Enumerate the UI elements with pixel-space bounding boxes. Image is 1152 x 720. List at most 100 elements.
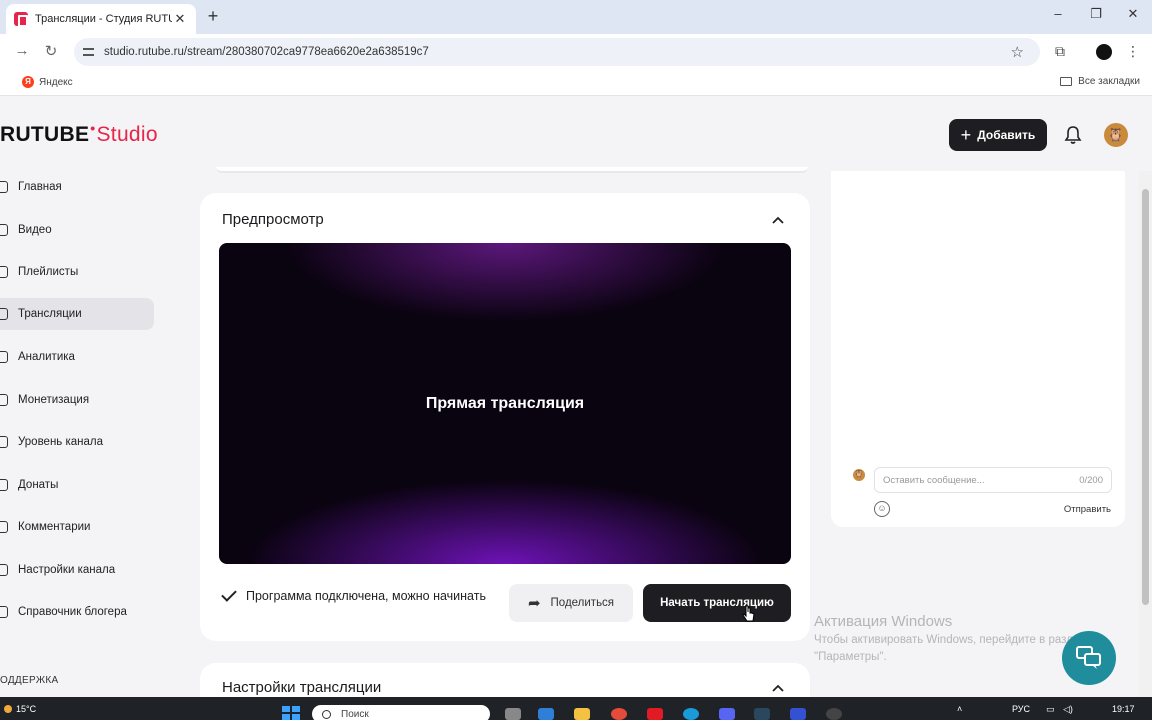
sidebar-item-playlists[interactable]: Плейлисты	[0, 256, 154, 288]
chrome-icon[interactable]	[611, 708, 627, 720]
sidebar-item-label: Уровень канала	[18, 436, 104, 448]
chat-message-input[interactable]: Оставить сообщение... 0/200	[874, 467, 1112, 493]
sidebar-item-label: Комментарии	[18, 521, 91, 533]
sidebar-item-broadcasts[interactable]: Трансляции	[0, 298, 154, 330]
logo-dot: •	[90, 120, 96, 136]
browser-tabbar: Трансляции - Студия RUTUBE ✕ + – ❐ ✕	[0, 0, 1152, 34]
add-button[interactable]: + Добавить	[949, 119, 1047, 151]
mouse-cursor-icon	[742, 605, 755, 622]
discord-icon[interactable]	[719, 708, 735, 720]
new-tab-button[interactable]: +	[204, 6, 222, 27]
site-settings-icon[interactable]	[82, 45, 96, 59]
logo-studio: Studio	[96, 123, 158, 146]
collapse-chevron-up-icon[interactable]	[772, 215, 784, 227]
connection-status: Программа подключена, можно начинать	[221, 586, 486, 603]
logo-rutube: RUTUBE	[0, 123, 90, 146]
sidebar-item-channel-level[interactable]: Уровень канала	[0, 426, 154, 458]
support-section-label: ОДДЕРЖКА	[0, 675, 59, 686]
browser-menu-icon[interactable]: ⋮	[1124, 43, 1142, 60]
tray-chevron-icon[interactable]: ˄	[957, 704, 962, 714]
windows-start-icon[interactable]	[282, 706, 300, 720]
youtube-icon[interactable]	[647, 708, 663, 720]
notifications-bell-icon[interactable]	[1064, 125, 1082, 145]
sidebar-item-donations[interactable]: Донаты	[0, 469, 154, 501]
steam-icon[interactable]	[754, 708, 770, 720]
broadcast-settings-card: Настройки трансляции	[200, 663, 810, 697]
sidebar-item-label: Видео	[18, 224, 52, 236]
activation-title: Активация Windows	[814, 613, 953, 630]
store-icon[interactable]	[538, 708, 554, 720]
previous-card-edge	[216, 167, 808, 173]
weather-widget[interactable]: 15°C	[4, 704, 36, 714]
user-avatar[interactable]: 🦉	[1104, 123, 1128, 147]
chat-input-placeholder: Оставить сообщение...	[883, 474, 985, 486]
studio-app: RUTUBE • Studio + Добавить 🦉 Главная Видео…	[0, 97, 1152, 697]
emoji-icon[interactable]: ☺	[874, 501, 890, 517]
obs-icon[interactable]	[826, 708, 842, 720]
taskbar-search[interactable]: Поиск	[312, 705, 490, 720]
window-close-button[interactable]: ✕	[1123, 6, 1143, 22]
extensions-icon[interactable]: ⧉	[1051, 43, 1069, 60]
address-bar[interactable]: studio.rutube.ru/stream/280380702ca9778e…	[74, 38, 1040, 66]
sidebar-item-channel-settings[interactable]: Настройки канала	[0, 554, 154, 586]
preview-card-title: Предпросмотр	[222, 211, 324, 228]
volume-icon[interactable]: ◁)	[1063, 704, 1073, 715]
share-icon: ➦	[527, 595, 541, 612]
bookmark-yandex[interactable]: Я Яндекс	[22, 76, 73, 88]
analytics-icon	[0, 351, 8, 363]
start-broadcast-label: Начать трансляцию	[660, 597, 774, 609]
sidebar-item-comments[interactable]: Комментарии	[0, 511, 154, 543]
all-bookmarks[interactable]: Все закладки	[1060, 76, 1140, 87]
sidebar-item-label: Плейлисты	[18, 266, 79, 278]
sun-icon	[4, 705, 12, 713]
app-header: RUTUBE • Studio + Добавить 🦉	[0, 97, 1152, 171]
start-broadcast-button[interactable]: Начать трансляцию	[643, 584, 791, 622]
sidebar-item-label: Справочник блогера	[18, 606, 127, 618]
activation-line-1: Чтобы активировать Windows, перейдите в …	[814, 634, 1086, 646]
reload-icon[interactable]: ↻	[41, 42, 61, 60]
sidebar-item-label: Главная	[18, 181, 62, 193]
network-icon[interactable]: ▭	[1046, 704, 1055, 715]
settings-chevron-up-icon[interactable]	[772, 683, 784, 695]
sidebar: Главная Видео Плейлисты Трансляции Анали…	[0, 171, 160, 697]
bookmark-star-icon[interactable]: ☆	[1011, 43, 1024, 61]
rutube-studio-logo[interactable]: RUTUBE • Studio	[0, 120, 158, 147]
sidebar-item-label: Аналитика	[18, 351, 75, 363]
home-icon	[0, 181, 8, 193]
chat-user-avatar: 🦉	[853, 469, 865, 481]
restore-button[interactable]: ❐	[1086, 6, 1106, 22]
stream-preview-player[interactable]: Прямая трансляция	[219, 243, 791, 564]
language-indicator[interactable]: РУС	[1012, 704, 1030, 714]
tab-title: Трансляции - Студия RUTUBE	[35, 13, 172, 25]
file-explorer-icon[interactable]	[574, 708, 590, 720]
browser-profile-avatar[interactable]	[1096, 44, 1112, 60]
sidebar-item-analytics[interactable]: Аналитика	[0, 341, 154, 373]
broadcast-settings-title: Настройки трансляции	[222, 679, 382, 696]
connection-status-text: Программа подключена, можно начинать	[246, 589, 486, 603]
task-view-icon[interactable]	[505, 708, 521, 720]
share-button[interactable]: ➦ Поделиться	[509, 584, 633, 622]
clock-time[interactable]: 19:17	[1112, 704, 1135, 714]
scrollbar-thumb[interactable]	[1142, 189, 1149, 605]
plus-icon: +	[960, 124, 972, 145]
sidebar-item-blogger-guide[interactable]: Справочник блогера	[0, 596, 154, 628]
guide-icon	[0, 606, 8, 618]
yandex-icon: Я	[22, 76, 34, 88]
browser-tab[interactable]: Трансляции - Студия RUTUBE ✕	[6, 4, 196, 34]
edge-icon[interactable]	[683, 708, 699, 720]
app-icon[interactable]	[790, 708, 806, 720]
sidebar-item-home[interactable]: Главная	[0, 171, 154, 203]
all-bookmarks-label: Все закладки	[1078, 76, 1140, 87]
minimize-button[interactable]: –	[1048, 6, 1068, 21]
forward-arrow-icon[interactable]: →	[12, 42, 32, 59]
help-chat-icon	[1076, 646, 1101, 669]
chat-char-counter: 0/200	[1079, 474, 1103, 486]
send-button[interactable]: Отправить	[1064, 504, 1111, 515]
sidebar-item-video[interactable]: Видео	[0, 214, 154, 246]
sidebar-item-label: Трансляции	[18, 308, 82, 320]
page-scrollbar[interactable]	[1139, 171, 1152, 697]
sidebar-item-monetization[interactable]: Монетизация	[0, 384, 154, 416]
weather-temp: 15°C	[16, 704, 37, 714]
help-chat-button[interactable]	[1062, 631, 1116, 685]
tab-close-icon[interactable]: ✕	[172, 11, 188, 27]
